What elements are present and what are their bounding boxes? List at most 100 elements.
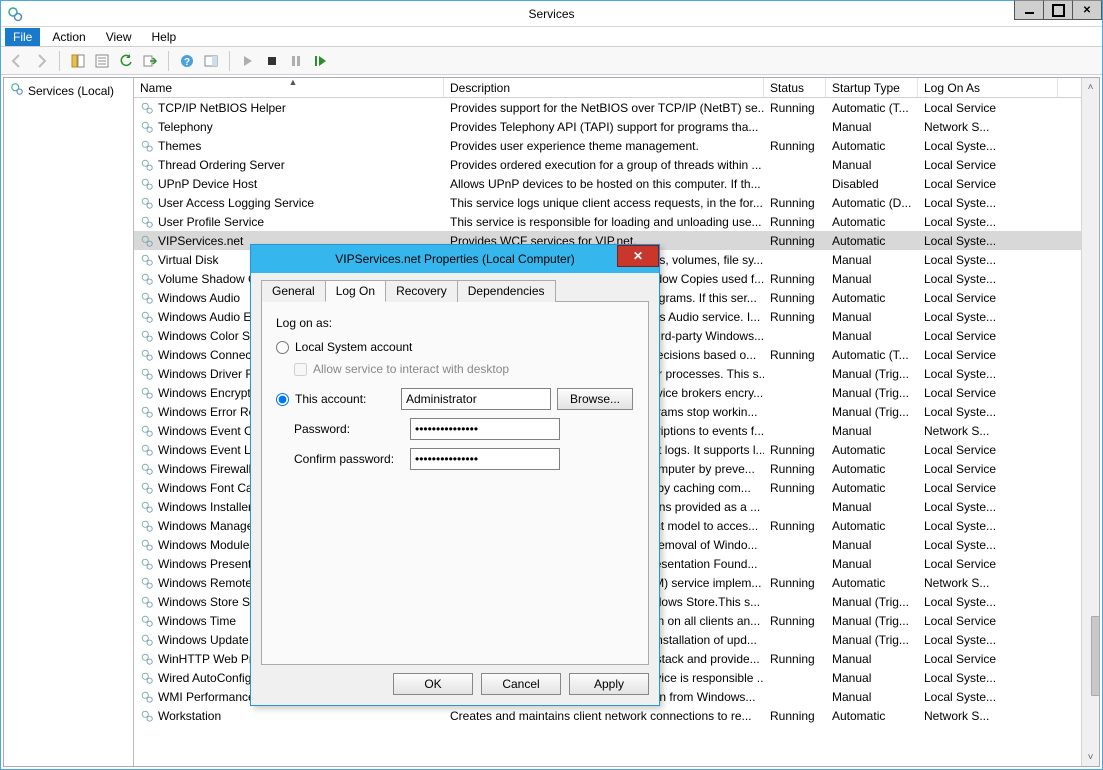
gear-icon: [140, 367, 154, 381]
menu-view[interactable]: View: [98, 28, 140, 46]
scroll-thumb[interactable]: [1091, 616, 1101, 696]
cancel-button[interactable]: Cancel: [481, 673, 561, 695]
service-status: Running: [764, 573, 826, 592]
service-status: [764, 155, 826, 174]
window-minimize-button[interactable]: [1014, 0, 1044, 20]
stop-service-button[interactable]: [262, 51, 282, 71]
service-startup: Manual: [826, 535, 918, 554]
service-row[interactable]: UPnP Device HostAllows UPnP devices to b…: [134, 174, 1099, 193]
service-startup: Automatic (D...: [826, 193, 918, 212]
service-startup: Automatic (T...: [826, 345, 918, 364]
forward-button[interactable]: [31, 51, 51, 71]
service-startup: Manual: [826, 687, 918, 706]
gear-icon: [140, 139, 154, 153]
service-startup: Manual: [826, 155, 918, 174]
tab-log-on[interactable]: Log On: [325, 280, 386, 302]
service-logon: Local Service: [918, 649, 1058, 668]
column-header-logon[interactable]: Log On As: [918, 78, 1058, 97]
service-logon: Network S...: [918, 117, 1058, 136]
menu-action[interactable]: Action: [44, 28, 93, 46]
service-row[interactable]: User Profile ServiceThis service is resp…: [134, 212, 1099, 231]
service-startup: Manual (Trig...: [826, 383, 918, 402]
list-header: Name ▲ Description Status Startup Type L…: [134, 78, 1099, 98]
service-row[interactable]: TCP/IP NetBIOS HelperProvides support fo…: [134, 98, 1099, 117]
service-logon: Local Syste...: [918, 687, 1058, 706]
column-header-status[interactable]: Status: [764, 78, 826, 97]
scroll-up-icon[interactable]: ˄: [1088, 78, 1094, 96]
titlebar: Services: [1, 1, 1102, 27]
menu-help[interactable]: Help: [144, 28, 185, 46]
password-input[interactable]: [410, 418, 560, 440]
service-logon: Local Syste...: [918, 516, 1058, 535]
radio-this-account[interactable]: [276, 393, 289, 406]
apply-button[interactable]: Apply: [569, 673, 649, 695]
vertical-scrollbar[interactable]: ˄ ˅: [1081, 78, 1099, 766]
service-row[interactable]: WorkstationCreates and maintains client …: [134, 706, 1099, 725]
service-status: [764, 402, 826, 421]
service-status: Running: [764, 345, 826, 364]
ok-button[interactable]: OK: [393, 673, 473, 695]
dialog-close-button[interactable]: ✕: [617, 245, 659, 267]
dialog-tabstrip: General Log On Recovery Dependencies: [261, 279, 649, 301]
label-password: Password:: [294, 422, 404, 436]
service-row[interactable]: User Access Logging ServiceThis service …: [134, 193, 1099, 212]
service-startup: Automatic: [826, 136, 918, 155]
tab-general[interactable]: General: [261, 280, 326, 302]
service-row[interactable]: Thread Ordering ServerProvides ordered e…: [134, 155, 1099, 174]
menubar: File Action View Help: [1, 27, 1102, 47]
service-startup: Automatic: [826, 516, 918, 535]
properties-button[interactable]: [92, 51, 112, 71]
service-name: User Profile Service: [158, 215, 264, 229]
gear-icon: [140, 690, 154, 704]
service-logon: Local Service: [918, 554, 1058, 573]
checkbox-allow-interact: [294, 363, 307, 376]
service-status: [764, 687, 826, 706]
window-maximize-button[interactable]: [1043, 0, 1073, 20]
service-logon: Local Syste...: [918, 307, 1058, 326]
service-startup: Manual: [826, 326, 918, 345]
restart-service-button[interactable]: [310, 51, 330, 71]
gear-icon: [140, 595, 154, 609]
service-startup: Disabled: [826, 174, 918, 193]
column-header-startup[interactable]: Startup Type: [826, 78, 918, 97]
gear-icon: [140, 443, 154, 457]
action-pane-button[interactable]: [201, 51, 221, 71]
start-service-button[interactable]: [238, 51, 258, 71]
browse-button[interactable]: Browse...: [557, 388, 633, 410]
tab-dependencies[interactable]: Dependencies: [457, 280, 556, 302]
service-logon: Local Service: [918, 326, 1058, 345]
gear-icon: [140, 633, 154, 647]
menu-file[interactable]: File: [5, 28, 40, 46]
tree-root[interactable]: Services (Local): [8, 80, 129, 101]
service-row[interactable]: TelephonyProvides Telephony API (TAPI) s…: [134, 117, 1099, 136]
service-row[interactable]: ThemesProvides user experience theme man…: [134, 136, 1099, 155]
service-startup: Automatic: [826, 231, 918, 250]
gear-icon: [140, 253, 154, 267]
service-name: Windows Firewall: [158, 462, 251, 476]
confirm-password-input[interactable]: [410, 448, 560, 470]
service-desc: Creates and maintains client network con…: [444, 706, 764, 725]
show-hide-tree-button[interactable]: [68, 51, 88, 71]
export-button[interactable]: [140, 51, 160, 71]
window-close-button[interactable]: [1072, 0, 1102, 20]
gear-icon: [140, 424, 154, 438]
column-header-description[interactable]: Description: [444, 78, 764, 97]
service-name: Themes: [158, 139, 201, 153]
refresh-button[interactable]: [116, 51, 136, 71]
pause-service-button[interactable]: [286, 51, 306, 71]
help-button[interactable]: ?: [177, 51, 197, 71]
account-input[interactable]: [401, 388, 551, 410]
service-logon: Local Service: [918, 383, 1058, 402]
service-status: Running: [764, 649, 826, 668]
service-name: Windows Audio: [158, 291, 240, 305]
scroll-down-icon[interactable]: ˅: [1088, 748, 1094, 766]
column-header-name[interactable]: Name ▲: [134, 78, 444, 97]
tab-recovery[interactable]: Recovery: [385, 280, 458, 302]
dialog-titlebar[interactable]: VIPServices.net Properties (Local Comput…: [251, 245, 659, 273]
back-button[interactable]: [7, 51, 27, 71]
tabpage-log-on: Log on as: Local System account Allow se…: [261, 301, 649, 665]
radio-local-system[interactable]: [276, 341, 289, 354]
gear-icon: [140, 158, 154, 172]
service-name: Windows Event Log: [158, 443, 264, 457]
service-logon: Local Service: [918, 611, 1058, 630]
